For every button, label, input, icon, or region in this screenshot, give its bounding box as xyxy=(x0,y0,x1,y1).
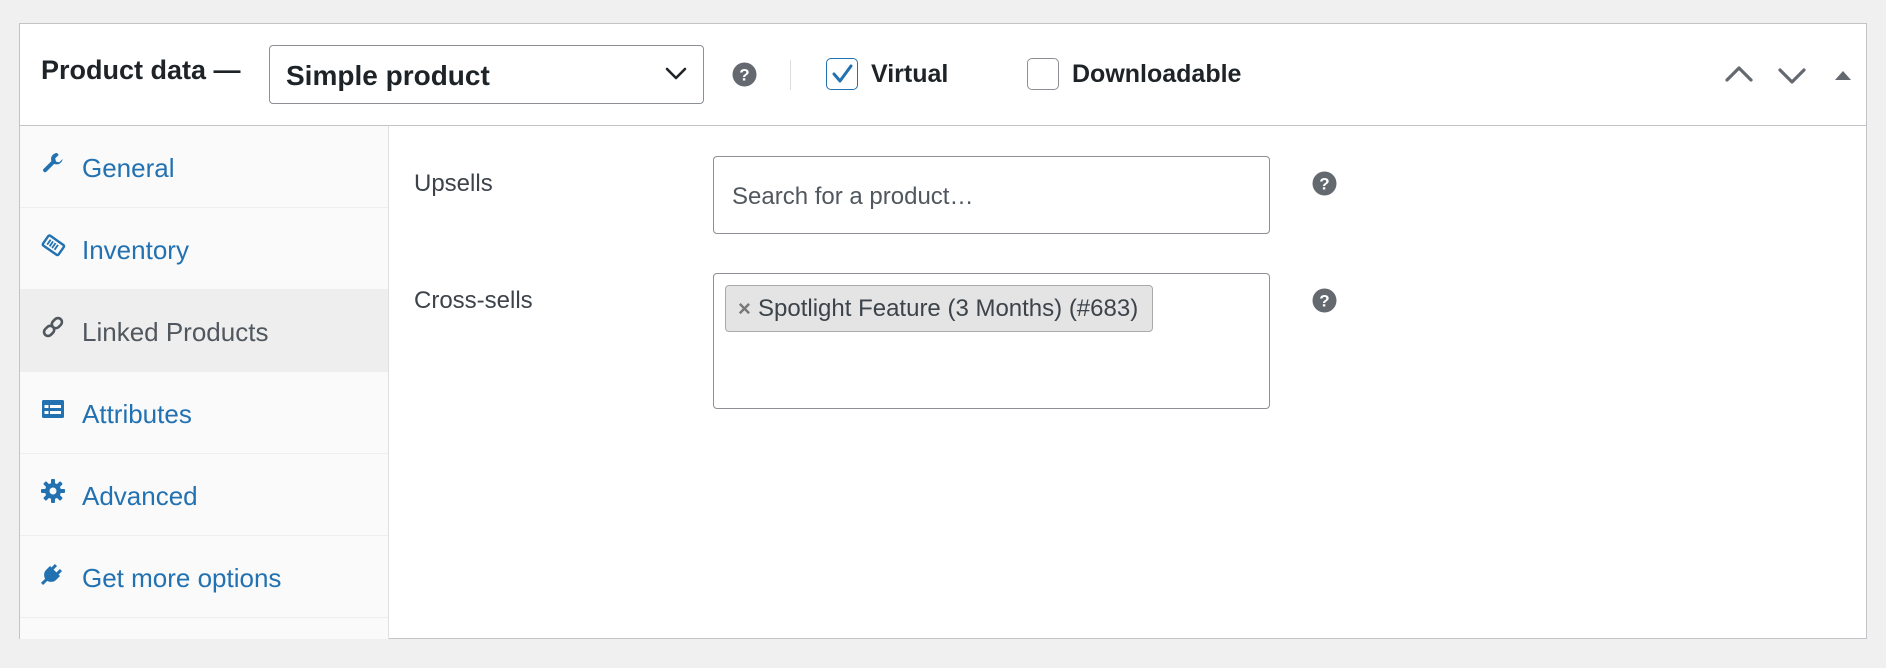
panel-title: Product data — xyxy=(41,55,241,85)
wrench-icon xyxy=(43,153,63,173)
tab-label: Advanced xyxy=(82,481,198,511)
downloadable-label: Downloadable xyxy=(1072,60,1242,88)
tab-label: Linked Products xyxy=(82,317,269,347)
upsells-label: Upsells xyxy=(414,170,493,197)
virtual-checkbox[interactable] xyxy=(826,58,858,90)
cross-sells-help-icon[interactable]: ? xyxy=(1312,288,1337,313)
tab-inventory[interactable]: Inventory xyxy=(20,208,388,290)
panel-header: Product data — Simple product ? Virtual … xyxy=(20,24,1866,126)
help-icon[interactable]: ? xyxy=(732,62,757,87)
tab-advanced[interactable]: Advanced xyxy=(20,454,388,536)
header-divider xyxy=(790,60,791,90)
move-up-icon[interactable] xyxy=(1722,58,1756,92)
product-type-select[interactable]: Simple product xyxy=(269,45,704,104)
upsells-help-icon[interactable]: ? xyxy=(1312,171,1337,196)
product-data-panel: Product data — Simple product ? Virtual … xyxy=(19,23,1867,639)
svg-text:?: ? xyxy=(739,66,749,85)
tab-general[interactable]: General xyxy=(20,126,388,208)
downloadable-option[interactable]: Downloadable xyxy=(1027,58,1257,90)
tab-label: Inventory xyxy=(82,235,189,265)
move-down-icon[interactable] xyxy=(1775,58,1809,92)
virtual-label: Virtual xyxy=(871,60,949,88)
product-type-value: Simple product xyxy=(286,60,490,91)
list-card-icon xyxy=(42,400,64,418)
svg-text:?: ? xyxy=(1319,175,1329,194)
tab-label: Get more options xyxy=(82,563,282,593)
product-data-tabs: General Inventory Linked Products Attrib… xyxy=(20,126,389,639)
cross-sells-label: Cross-sells xyxy=(414,287,533,314)
link-icon xyxy=(42,316,64,338)
remove-chip-icon[interactable]: × xyxy=(738,286,751,331)
tab-attributes[interactable]: Attributes xyxy=(20,372,388,454)
tab-get-more-options[interactable]: Get more options xyxy=(20,536,388,618)
tab-label: Attributes xyxy=(82,399,192,429)
tag-icon xyxy=(41,234,66,257)
collapse-toggle-icon[interactable] xyxy=(1826,58,1860,92)
virtual-option[interactable]: Virtual xyxy=(826,58,986,90)
chip-label: Spotlight Feature (3 Months) (#683) xyxy=(758,295,1139,322)
svg-text:?: ? xyxy=(1319,292,1329,311)
plug-icon xyxy=(40,563,63,586)
tab-linked-products[interactable]: Linked Products xyxy=(20,290,388,372)
selected-product-chip: × Spotlight Feature (3 Months) (#683) xyxy=(725,285,1154,332)
upsells-placeholder: Search for a product… xyxy=(732,183,974,210)
gear-icon xyxy=(41,479,65,503)
cross-sells-select[interactable]: × Spotlight Feature (3 Months) (#683) xyxy=(713,273,1270,409)
checkmark-icon xyxy=(832,64,853,83)
downloadable-checkbox[interactable] xyxy=(1027,58,1059,90)
linked-products-panel: Upsells Search for a product… ? Cross-se… xyxy=(390,126,1866,638)
chevron-down-icon xyxy=(665,67,687,80)
tab-label: General xyxy=(82,153,175,183)
upsells-search-input[interactable]: Search for a product… xyxy=(713,156,1270,234)
